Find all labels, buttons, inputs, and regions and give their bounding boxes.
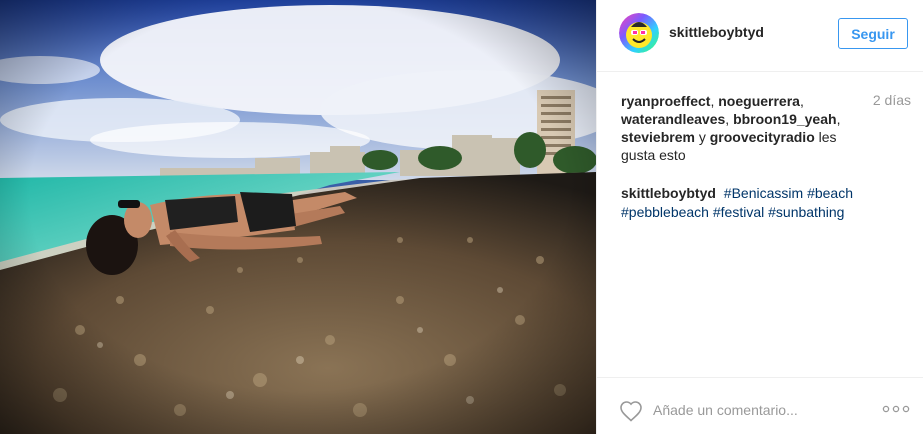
post-caption: skittleboybtyd #Benicassim #beach #pebbl…	[621, 184, 911, 222]
post-header: skittleboybtyd Seguir	[597, 0, 923, 72]
like-user-link[interactable]: steviebrem	[621, 129, 695, 145]
likes-summary: ryanproeffect, noeguerrera, waterandleav…	[621, 93, 841, 163]
like-user-link[interactable]: waterandleaves	[621, 111, 725, 127]
like-user-link[interactable]: noeguerrera	[718, 93, 800, 109]
hashtag-link[interactable]: #pebblebeach	[621, 204, 709, 220]
hashtag-link[interactable]: #festival	[713, 204, 764, 220]
post-photo[interactable]	[0, 0, 596, 434]
comment-input[interactable]	[653, 398, 853, 422]
like-user-link[interactable]: groovecityradio	[710, 129, 815, 145]
likes-conjunction: y	[698, 129, 706, 145]
caption-username[interactable]: skittleboybtyd	[621, 185, 716, 201]
post-username[interactable]: skittleboybtyd	[669, 24, 764, 40]
user-avatar[interactable]	[619, 13, 659, 53]
smiley-avatar-icon	[619, 13, 659, 53]
post-side-panel: skittleboybtyd Seguir ryanproeffect, noe…	[596, 0, 923, 434]
post-timestamp[interactable]: 2 días	[873, 92, 911, 108]
heart-outline-icon[interactable]	[619, 400, 643, 422]
hashtag-link[interactable]: #beach	[807, 185, 853, 201]
hashtag-link[interactable]: #Benicassim	[724, 185, 803, 201]
more-options-icon[interactable]	[882, 402, 910, 416]
post-footer	[597, 377, 923, 434]
follow-button[interactable]: Seguir	[838, 18, 908, 49]
hashtag-link[interactable]: #sunbathing	[768, 204, 844, 220]
beach-photo-image	[0, 0, 596, 434]
like-user-link[interactable]: bbroon19_yeah	[733, 111, 836, 127]
like-user-link[interactable]: ryanproeffect	[621, 93, 710, 109]
